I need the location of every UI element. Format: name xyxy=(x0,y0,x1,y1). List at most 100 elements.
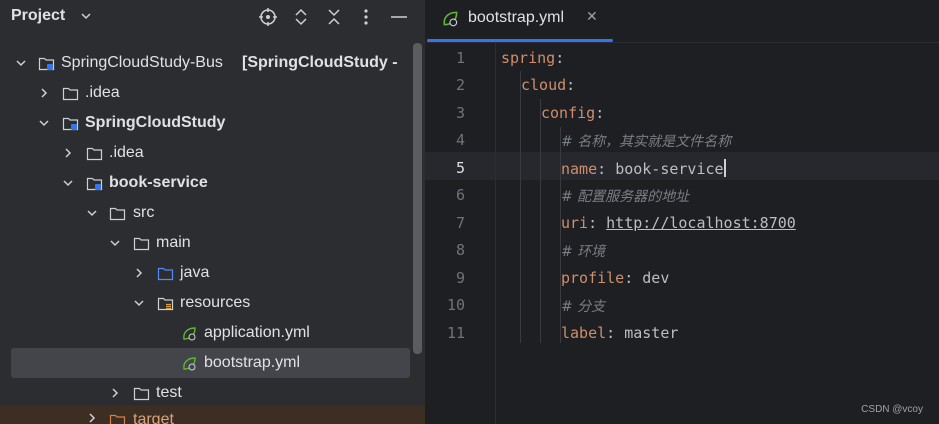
folder-icon xyxy=(133,387,150,401)
line-number: 8 xyxy=(455,241,465,259)
tree-label: resources xyxy=(180,294,251,311)
tree-label: book-service xyxy=(109,174,208,191)
watermark: CSDN @vcoy xyxy=(861,404,923,415)
yaml-separator: : xyxy=(606,324,625,342)
module-folder-icon xyxy=(86,177,103,191)
chevron-right-icon[interactable] xyxy=(62,147,74,159)
chevron-down-icon[interactable] xyxy=(62,177,74,189)
chevron-down-icon[interactable] xyxy=(109,237,121,249)
line-number-gutter: 1 2 3 4 5 6 7 8 9 10 11 xyxy=(425,43,496,424)
tree-row-springcloudstudy[interactable]: SpringCloudStudy xyxy=(0,108,412,138)
yaml-key: spring xyxy=(501,49,556,67)
yaml-key: uri xyxy=(561,214,589,232)
tree-label-suffix: [SpringCloudStudy - xyxy=(242,54,398,71)
yaml-key: label xyxy=(561,324,607,342)
project-panel-title[interactable]: Project xyxy=(11,7,65,25)
tree-label: src xyxy=(133,204,155,221)
yaml-separator: : xyxy=(597,160,616,178)
chevron-down-icon[interactable] xyxy=(133,297,145,309)
line-number: 1 xyxy=(455,49,465,67)
more-options-icon[interactable] xyxy=(356,7,376,27)
editor: bootstrap.yml ✕ 1 2 3 4 5 6 7 8 9 10 11 … xyxy=(425,0,939,424)
yaml-comment: # 分支 xyxy=(561,299,606,315)
text-caret xyxy=(723,159,726,177)
tree-label: .idea xyxy=(109,144,144,161)
tree-label: main xyxy=(156,234,191,251)
tree-label: application.yml xyxy=(204,324,310,341)
indent-guide xyxy=(520,71,521,343)
chevron-down-icon[interactable] xyxy=(86,207,98,219)
yaml-value: dev xyxy=(642,269,670,287)
active-tab-indicator xyxy=(427,39,613,42)
yaml-separator: : xyxy=(588,214,607,232)
line-number: 11 xyxy=(446,324,465,342)
chevron-right-icon[interactable] xyxy=(86,412,98,424)
line-number: 10 xyxy=(446,296,465,314)
tree-row-application-yml[interactable]: application.yml xyxy=(0,318,412,348)
tree-row-java[interactable]: java xyxy=(0,258,412,288)
line-number: 2 xyxy=(455,76,465,94)
yaml-url-link[interactable]: http://localhost:8700 xyxy=(606,214,796,232)
tree-row-resources[interactable]: resources xyxy=(0,288,412,318)
code-area[interactable]: spring: cloud: config: # 名称，其实就是文件名称 nam… xyxy=(496,43,939,424)
module-folder-icon xyxy=(62,117,79,131)
collapse-all-icon[interactable] xyxy=(324,7,344,27)
expand-all-icon[interactable] xyxy=(291,7,311,27)
line-number: 3 xyxy=(455,104,465,122)
spring-yaml-file-icon xyxy=(183,327,196,341)
code-line: # 名称，其实就是文件名称 xyxy=(561,131,731,151)
code-line: config: xyxy=(541,104,604,122)
line-number: 4 xyxy=(455,131,465,149)
code-line: # 环境 xyxy=(561,241,605,261)
tree-label: test xyxy=(156,384,182,401)
line-number-active: 5 xyxy=(455,159,465,177)
yaml-comment: # 环境 xyxy=(561,244,606,260)
indent-guide xyxy=(540,99,541,343)
tree-row-target[interactable]: target xyxy=(0,406,425,424)
code-line: # 分支 xyxy=(561,296,605,316)
chevron-down-icon[interactable] xyxy=(80,10,92,22)
line-number: 7 xyxy=(455,214,465,232)
tree-scrollbar[interactable] xyxy=(413,43,422,354)
tree-row-src[interactable]: src xyxy=(0,198,412,228)
code-line: profile: dev xyxy=(561,269,669,287)
tab-bootstrap-yml[interactable]: bootstrap.yml ✕ xyxy=(425,0,613,42)
close-icon[interactable]: ✕ xyxy=(586,8,598,25)
yaml-key: profile xyxy=(561,269,625,287)
yaml-separator: : xyxy=(595,104,605,122)
chevron-down-icon[interactable] xyxy=(38,117,50,129)
source-folder-icon xyxy=(157,267,174,281)
yaml-value: book-service xyxy=(615,160,724,178)
yaml-key: cloud xyxy=(521,76,567,94)
chevron-right-icon[interactable] xyxy=(133,267,145,279)
folder-icon xyxy=(62,87,79,101)
code-line: name: book-service xyxy=(561,159,726,178)
folder-icon xyxy=(86,147,103,161)
code-line: cloud: xyxy=(521,76,575,94)
tree-row-test[interactable]: test xyxy=(0,378,412,408)
chevron-right-icon[interactable] xyxy=(109,387,121,399)
chevron-down-icon[interactable] xyxy=(15,57,27,69)
tree-label: SpringCloudStudy xyxy=(85,114,226,131)
project-panel-header: Project xyxy=(0,0,425,34)
minimize-icon[interactable] xyxy=(389,7,409,27)
editor-tab-bar: bootstrap.yml ✕ xyxy=(425,0,939,43)
tree-label: .idea xyxy=(85,84,120,101)
tree-label: bootstrap.yml xyxy=(204,354,301,371)
yaml-comment: # 配置服务器的地址 xyxy=(561,189,690,205)
tree-row-springcloudstudy-bus[interactable]: SpringCloudStudy-Bus [SpringCloudStudy - xyxy=(0,48,412,78)
tree-row-book-service[interactable]: book-service xyxy=(0,168,412,198)
folder-icon xyxy=(109,207,126,221)
tree-label: SpringCloudStudy-Bus xyxy=(61,54,223,71)
chevron-right-icon[interactable] xyxy=(38,87,50,99)
locate-icon[interactable] xyxy=(258,7,278,27)
tree-row-idea[interactable]: .idea xyxy=(0,138,412,168)
tree-row-idea[interactable]: .idea xyxy=(0,78,412,108)
yaml-separator: : xyxy=(555,49,565,67)
tree-row-bootstrap-yml[interactable]: bootstrap.yml xyxy=(11,348,410,378)
tree-row-main[interactable]: main xyxy=(0,228,412,258)
yaml-comment: # 名称，其实就是文件名称 xyxy=(561,134,732,150)
yaml-separator: : xyxy=(566,76,576,94)
excluded-folder-icon xyxy=(109,414,126,424)
code-line: spring: xyxy=(501,49,564,67)
